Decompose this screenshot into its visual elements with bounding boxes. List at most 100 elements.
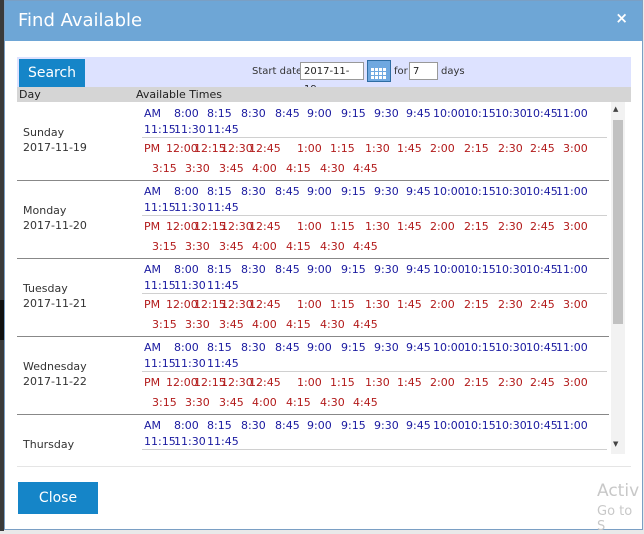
time-slot[interactable]: 9:30 <box>374 341 399 354</box>
time-slot[interactable]: 8:45 <box>275 419 300 432</box>
time-slot[interactable]: 9:00 <box>307 185 332 198</box>
time-slot[interactable]: 11:15 <box>144 357 176 370</box>
time-slot[interactable]: 11:00 <box>556 341 588 354</box>
time-slot[interactable]: 1:45 <box>397 142 422 155</box>
scroll-down-icon[interactable]: ▼ <box>613 440 618 448</box>
availability-list[interactable]: Sunday 2017-11-19 AM 8:00 8:15 8:30 8:45 9:00 9:… <box>17 102 609 454</box>
time-slot[interactable]: 1:45 <box>397 376 422 389</box>
time-slot[interactable]: 9:15 <box>341 263 366 276</box>
time-slot[interactable]: 1:15 <box>330 220 355 233</box>
time-slot[interactable]: 4:45 <box>353 162 378 175</box>
time-slot[interactable]: 9:45 <box>406 185 431 198</box>
time-slot[interactable]: 11:30 <box>174 435 206 448</box>
start-date-input[interactable]: 2017-11-19 <box>300 62 364 95</box>
time-slot[interactable]: 12:45 <box>249 376 281 389</box>
search-button[interactable]: Search <box>19 59 85 87</box>
time-slot[interactable]: 10:15 <box>464 341 496 354</box>
time-slot[interactable]: 2:30 <box>498 220 523 233</box>
time-slot[interactable]: 3:00 <box>563 220 588 233</box>
time-slot[interactable]: 2:30 <box>498 142 523 155</box>
time-slot[interactable]: 1:45 <box>397 298 422 311</box>
time-slot[interactable]: 2:30 <box>498 298 523 311</box>
time-slot[interactable]: 2:45 <box>530 142 555 155</box>
time-slot[interactable]: 11:30 <box>174 279 206 292</box>
time-slot[interactable]: 1:00 <box>297 298 322 311</box>
time-slot[interactable]: 1:30 <box>365 376 390 389</box>
time-slot[interactable]: 10:15 <box>464 263 496 276</box>
time-slot[interactable]: 8:30 <box>241 185 266 198</box>
time-slot[interactable]: 9:00 <box>307 341 332 354</box>
time-slot[interactable]: 10:15 <box>464 107 496 120</box>
time-slot[interactable]: 8:30 <box>241 263 266 276</box>
time-slot[interactable]: 11:15 <box>144 201 176 214</box>
time-slot[interactable]: 3:15 <box>152 162 177 175</box>
time-slot[interactable]: 1:15 <box>330 142 355 155</box>
time-slot[interactable]: 4:15 <box>286 396 311 409</box>
time-slot[interactable]: 4:30 <box>320 162 345 175</box>
time-slot[interactable]: 4:00 <box>252 396 277 409</box>
time-slot[interactable]: 1:15 <box>330 376 355 389</box>
time-slot[interactable]: 4:45 <box>353 396 378 409</box>
time-slot[interactable]: 2:45 <box>530 220 555 233</box>
time-slot[interactable]: 10:45 <box>526 107 558 120</box>
time-slot[interactable]: 11:30 <box>174 201 206 214</box>
time-slot[interactable]: 11:45 <box>207 123 239 136</box>
time-slot[interactable]: 1:45 <box>397 220 422 233</box>
time-slot[interactable]: 12:30 <box>221 376 253 389</box>
scroll-up-icon[interactable]: ▲ <box>613 105 618 113</box>
time-slot[interactable]: 9:30 <box>374 263 399 276</box>
time-slot[interactable]: 10:15 <box>464 185 496 198</box>
time-slot[interactable]: 10:45 <box>526 419 558 432</box>
time-slot[interactable]: 8:15 <box>207 419 232 432</box>
time-slot[interactable]: 12:00 <box>166 298 198 311</box>
time-slot[interactable]: 12:30 <box>221 142 253 155</box>
time-slot[interactable]: 4:30 <box>320 396 345 409</box>
time-slot[interactable]: 11:45 <box>207 279 239 292</box>
time-slot[interactable]: 2:15 <box>464 220 489 233</box>
time-slot[interactable]: 11:00 <box>556 419 588 432</box>
time-slot[interactable]: 8:45 <box>275 341 300 354</box>
time-slot[interactable]: 9:45 <box>406 341 431 354</box>
time-slot[interactable]: 1:30 <box>365 142 390 155</box>
time-slot[interactable]: 12:45 <box>249 298 281 311</box>
time-slot[interactable]: 4:00 <box>252 318 277 331</box>
scrollbar-thumb[interactable] <box>613 120 623 324</box>
time-slot[interactable]: 3:30 <box>185 162 210 175</box>
time-slot[interactable]: 10:30 <box>495 263 527 276</box>
time-slot[interactable]: 12:30 <box>221 298 253 311</box>
time-slot[interactable]: 10:00 <box>433 341 465 354</box>
time-slot[interactable]: 11:45 <box>207 357 239 370</box>
time-slot[interactable]: 8:00 <box>174 107 199 120</box>
time-slot[interactable]: 10:15 <box>464 419 496 432</box>
time-slot[interactable]: 8:15 <box>207 185 232 198</box>
close-button[interactable]: Close <box>18 482 98 514</box>
time-slot[interactable]: 12:45 <box>249 142 281 155</box>
time-slot[interactable]: 2:30 <box>498 376 523 389</box>
time-slot[interactable]: 10:45 <box>526 185 558 198</box>
calendar-icon[interactable] <box>367 60 391 82</box>
time-slot[interactable]: 9:00 <box>307 107 332 120</box>
time-slot[interactable]: 10:00 <box>433 263 465 276</box>
time-slot[interactable]: 8:30 <box>241 107 266 120</box>
time-slot[interactable]: 2:00 <box>430 298 455 311</box>
time-slot[interactable]: 2:15 <box>464 142 489 155</box>
time-slot[interactable]: 4:00 <box>252 240 277 253</box>
time-slot[interactable]: 11:45 <box>207 201 239 214</box>
time-slot[interactable]: 12:00 <box>166 376 198 389</box>
time-slot[interactable]: 3:45 <box>219 396 244 409</box>
time-slot[interactable]: 10:30 <box>495 419 527 432</box>
time-slot[interactable]: 10:30 <box>495 185 527 198</box>
time-slot[interactable]: 9:00 <box>307 419 332 432</box>
time-slot[interactable]: 11:15 <box>144 279 176 292</box>
time-slot[interactable]: 8:15 <box>207 107 232 120</box>
time-slot[interactable]: 8:15 <box>207 341 232 354</box>
time-slot[interactable]: 10:30 <box>495 107 527 120</box>
time-slot[interactable]: 2:00 <box>430 142 455 155</box>
time-slot[interactable]: 11:00 <box>556 107 588 120</box>
time-slot[interactable]: 3:45 <box>219 162 244 175</box>
time-slot[interactable]: 11:15 <box>144 435 176 448</box>
close-icon[interactable]: × <box>615 9 628 27</box>
time-slot[interactable]: 11:00 <box>556 263 588 276</box>
time-slot[interactable]: 10:00 <box>433 419 465 432</box>
time-slot[interactable]: 9:45 <box>406 263 431 276</box>
